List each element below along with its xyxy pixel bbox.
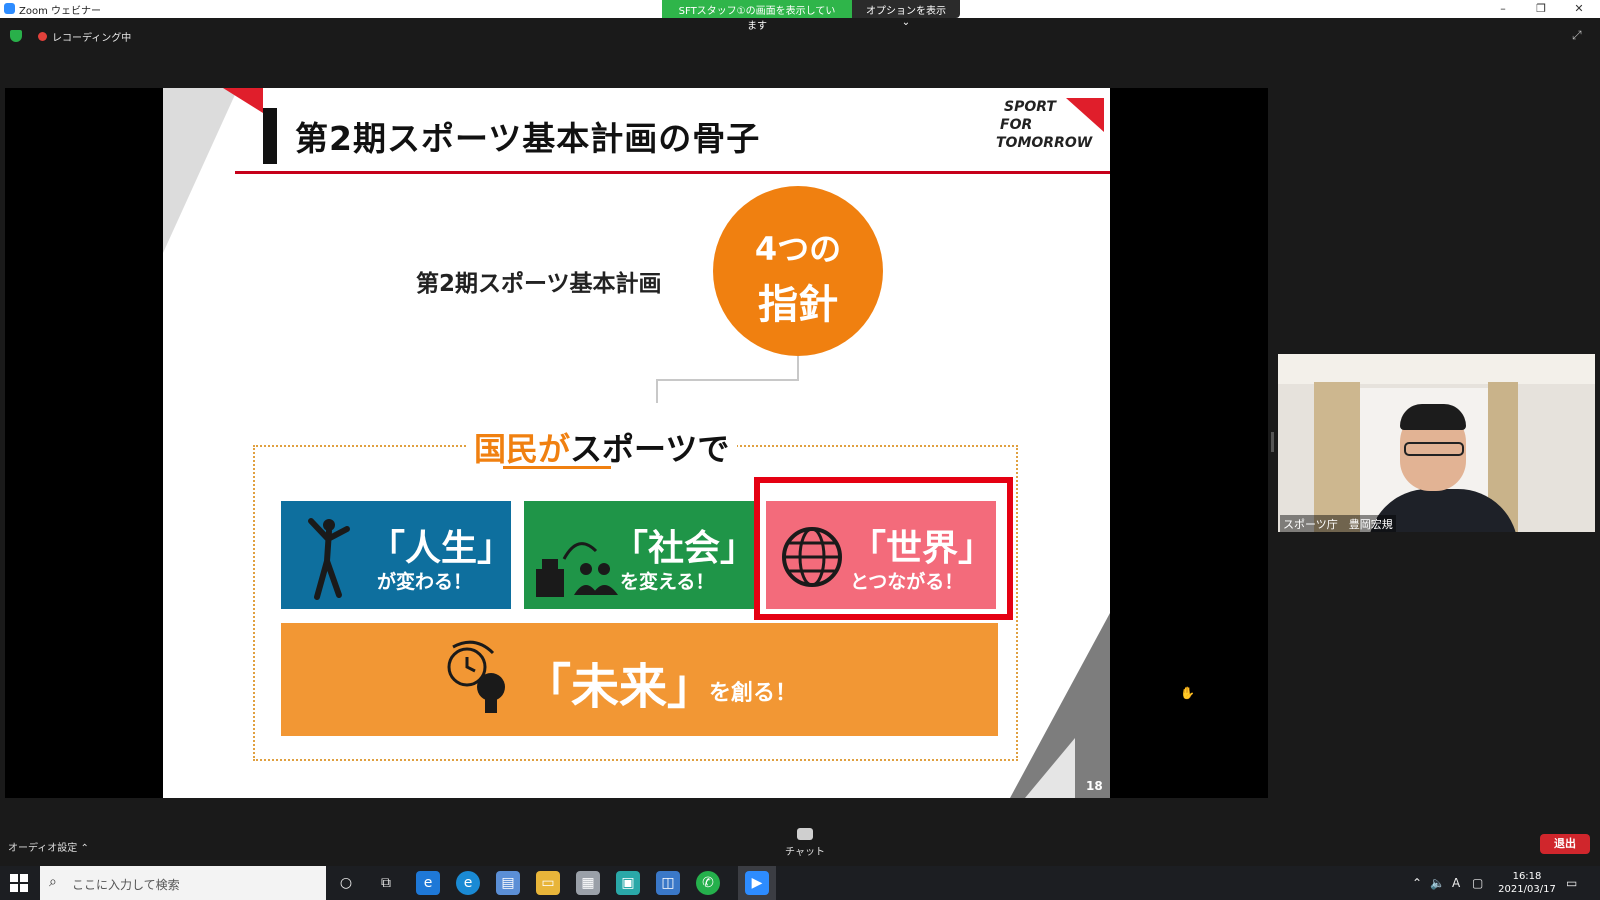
zoom-webinar-window: Zoom ウェビナー SFTスタッフ①の画面を表示しています オプションを表示 …: [0, 0, 1600, 900]
news-app-icon[interactable]: ▤: [496, 871, 520, 895]
minimize-button[interactable]: –: [1486, 0, 1520, 18]
slide-decoration: [1025, 738, 1075, 798]
participant-figure: [1400, 404, 1466, 430]
windows-start-icon[interactable]: [10, 874, 28, 892]
edge-browser-icon[interactable]: e: [456, 871, 480, 895]
audio-settings-button[interactable]: オーディオ設定 ⌃: [8, 839, 89, 854]
card-life-subtitle: が変わる！: [377, 571, 473, 593]
chat-bubble-icon: [797, 828, 813, 840]
input-method-icon[interactable]: A: [1452, 876, 1460, 890]
person-cheering-icon: [308, 518, 350, 600]
video-background: [1278, 354, 1595, 384]
participant-figure: [1404, 442, 1464, 456]
card-life: 「人生」 が変わる！: [281, 501, 514, 609]
card-future-title: 「未来」: [523, 659, 716, 715]
restore-button[interactable]: ❐: [1524, 0, 1558, 18]
card-future: 「未来」 を創る！: [281, 623, 998, 736]
connector-line: [656, 379, 658, 403]
taskbar-clock[interactable]: 16:18 2021/03/17: [1492, 870, 1562, 896]
recording-icon: [38, 32, 47, 41]
card-life-title: 「人生」: [369, 528, 514, 569]
nation-heading: 国民がスポーツで: [466, 424, 738, 470]
view-options-button[interactable]: オプションを表示 ⌄: [852, 0, 960, 28]
clock-lightbulb-icon: [447, 640, 505, 713]
window-title: Zoom ウェビナー: [19, 6, 102, 17]
participant-video[interactable]: スポーツ庁 豊岡宏規: [1278, 354, 1595, 532]
search-placeholder: ここに入力して検索: [72, 878, 180, 892]
slide-title: 第2期スポーツ基本計画の骨子: [295, 119, 761, 158]
store-icon[interactable]: ▦: [576, 871, 600, 895]
recording-label: レコーディング中: [52, 33, 132, 44]
whatsapp-icon[interactable]: ✆: [696, 871, 720, 895]
title-accent-bar: [263, 108, 277, 164]
chat-label: チャット: [785, 847, 825, 858]
community-icon: [536, 542, 618, 597]
search-icon: ⌕: [49, 874, 57, 890]
card-society-subtitle: を変える！: [620, 571, 715, 593]
security-shield-icon[interactable]: [10, 30, 22, 42]
sport-for-tomorrow-logo: SPORT FOR TOMORROW: [996, 98, 1106, 158]
zoom-app-icon: [4, 3, 15, 14]
nation-underline: [503, 466, 611, 469]
video-background: [1314, 382, 1360, 532]
hand-cursor-icon: ✋: [1180, 686, 1195, 700]
file-explorer-icon[interactable]: ▭: [536, 871, 560, 895]
taskbar-search-box[interactable]: ⌕ ここに入力して検索: [40, 866, 326, 900]
network-icon[interactable]: ▢: [1472, 876, 1483, 890]
highlight-box: [754, 477, 1013, 620]
internet-explorer-icon[interactable]: e: [416, 871, 440, 895]
chat-button[interactable]: チャット: [780, 828, 830, 858]
share-banner: SFTスタッフ①の画面を表示しています オプションを表示 ⌄: [662, 0, 960, 32]
title-underline: [235, 171, 1110, 174]
participant-name: スポーツ庁 豊岡宏規: [1280, 515, 1396, 532]
zoom-taskbar-icon[interactable]: ▶: [745, 871, 769, 895]
card-future-subtitle: を創る！: [709, 681, 798, 706]
card-society-title: 「社会」: [612, 528, 757, 569]
connector-line: [797, 356, 799, 380]
circle-line-1: 4つの: [754, 230, 842, 268]
tray-chevron-up-icon[interactable]: ⌃: [1412, 876, 1422, 890]
title-bar: Zoom ウェビナー SFTスタッフ①の画面を表示しています オプションを表示 …: [0, 0, 1600, 32]
nation-heading-rest: スポーツで: [570, 430, 730, 468]
windows-taskbar: ⌕ ここに入力して検索 ○ ⧉ e e ▤ ▭ ▦ ▣ ◫ ✆ ▶ ⌃ 🔈 A …: [0, 866, 1600, 900]
cortana-icon[interactable]: ○: [334, 871, 358, 895]
sharing-status: SFTスタッフ①の画面を表示しています: [662, 0, 852, 32]
presentation-slide: 第2期スポーツ基本計画の骨子 SPORT FOR TOMORROW 第2期スポー…: [163, 88, 1110, 798]
meeting-info-row: レコーディング中: [0, 26, 300, 44]
app-icon[interactable]: ▣: [616, 871, 640, 895]
task-view-icon[interactable]: ⧉: [374, 871, 398, 895]
logo-line: TOMORROW: [996, 135, 1093, 151]
close-button[interactable]: ✕: [1562, 0, 1596, 18]
panel-resize-handle[interactable]: [1271, 432, 1274, 452]
slide-decoration: [223, 88, 263, 113]
connector-line: [656, 379, 799, 381]
logo-flag-icon: [1066, 98, 1104, 132]
circle-line-2: 指針: [758, 282, 838, 328]
four-principles-circle: 4つの 指針: [713, 186, 883, 356]
leave-button[interactable]: 退出: [1540, 834, 1590, 854]
nation-heading-highlight: 国民が: [474, 430, 571, 468]
fullscreen-icon[interactable]: ⤢: [1572, 28, 1582, 43]
slide-page-number: 18: [1086, 779, 1103, 793]
card-society: 「社会」 を変える！: [524, 501, 757, 609]
speaker-muted-icon[interactable]: 🔈: [1430, 876, 1445, 890]
notification-icon[interactable]: ▭: [1566, 876, 1577, 890]
clock-date: 2021/03/17: [1498, 884, 1556, 895]
photos-icon[interactable]: ◫: [656, 871, 680, 895]
plan-label: 第2期スポーツ基本計画: [416, 271, 662, 297]
clock-time: 16:18: [1512, 871, 1542, 882]
